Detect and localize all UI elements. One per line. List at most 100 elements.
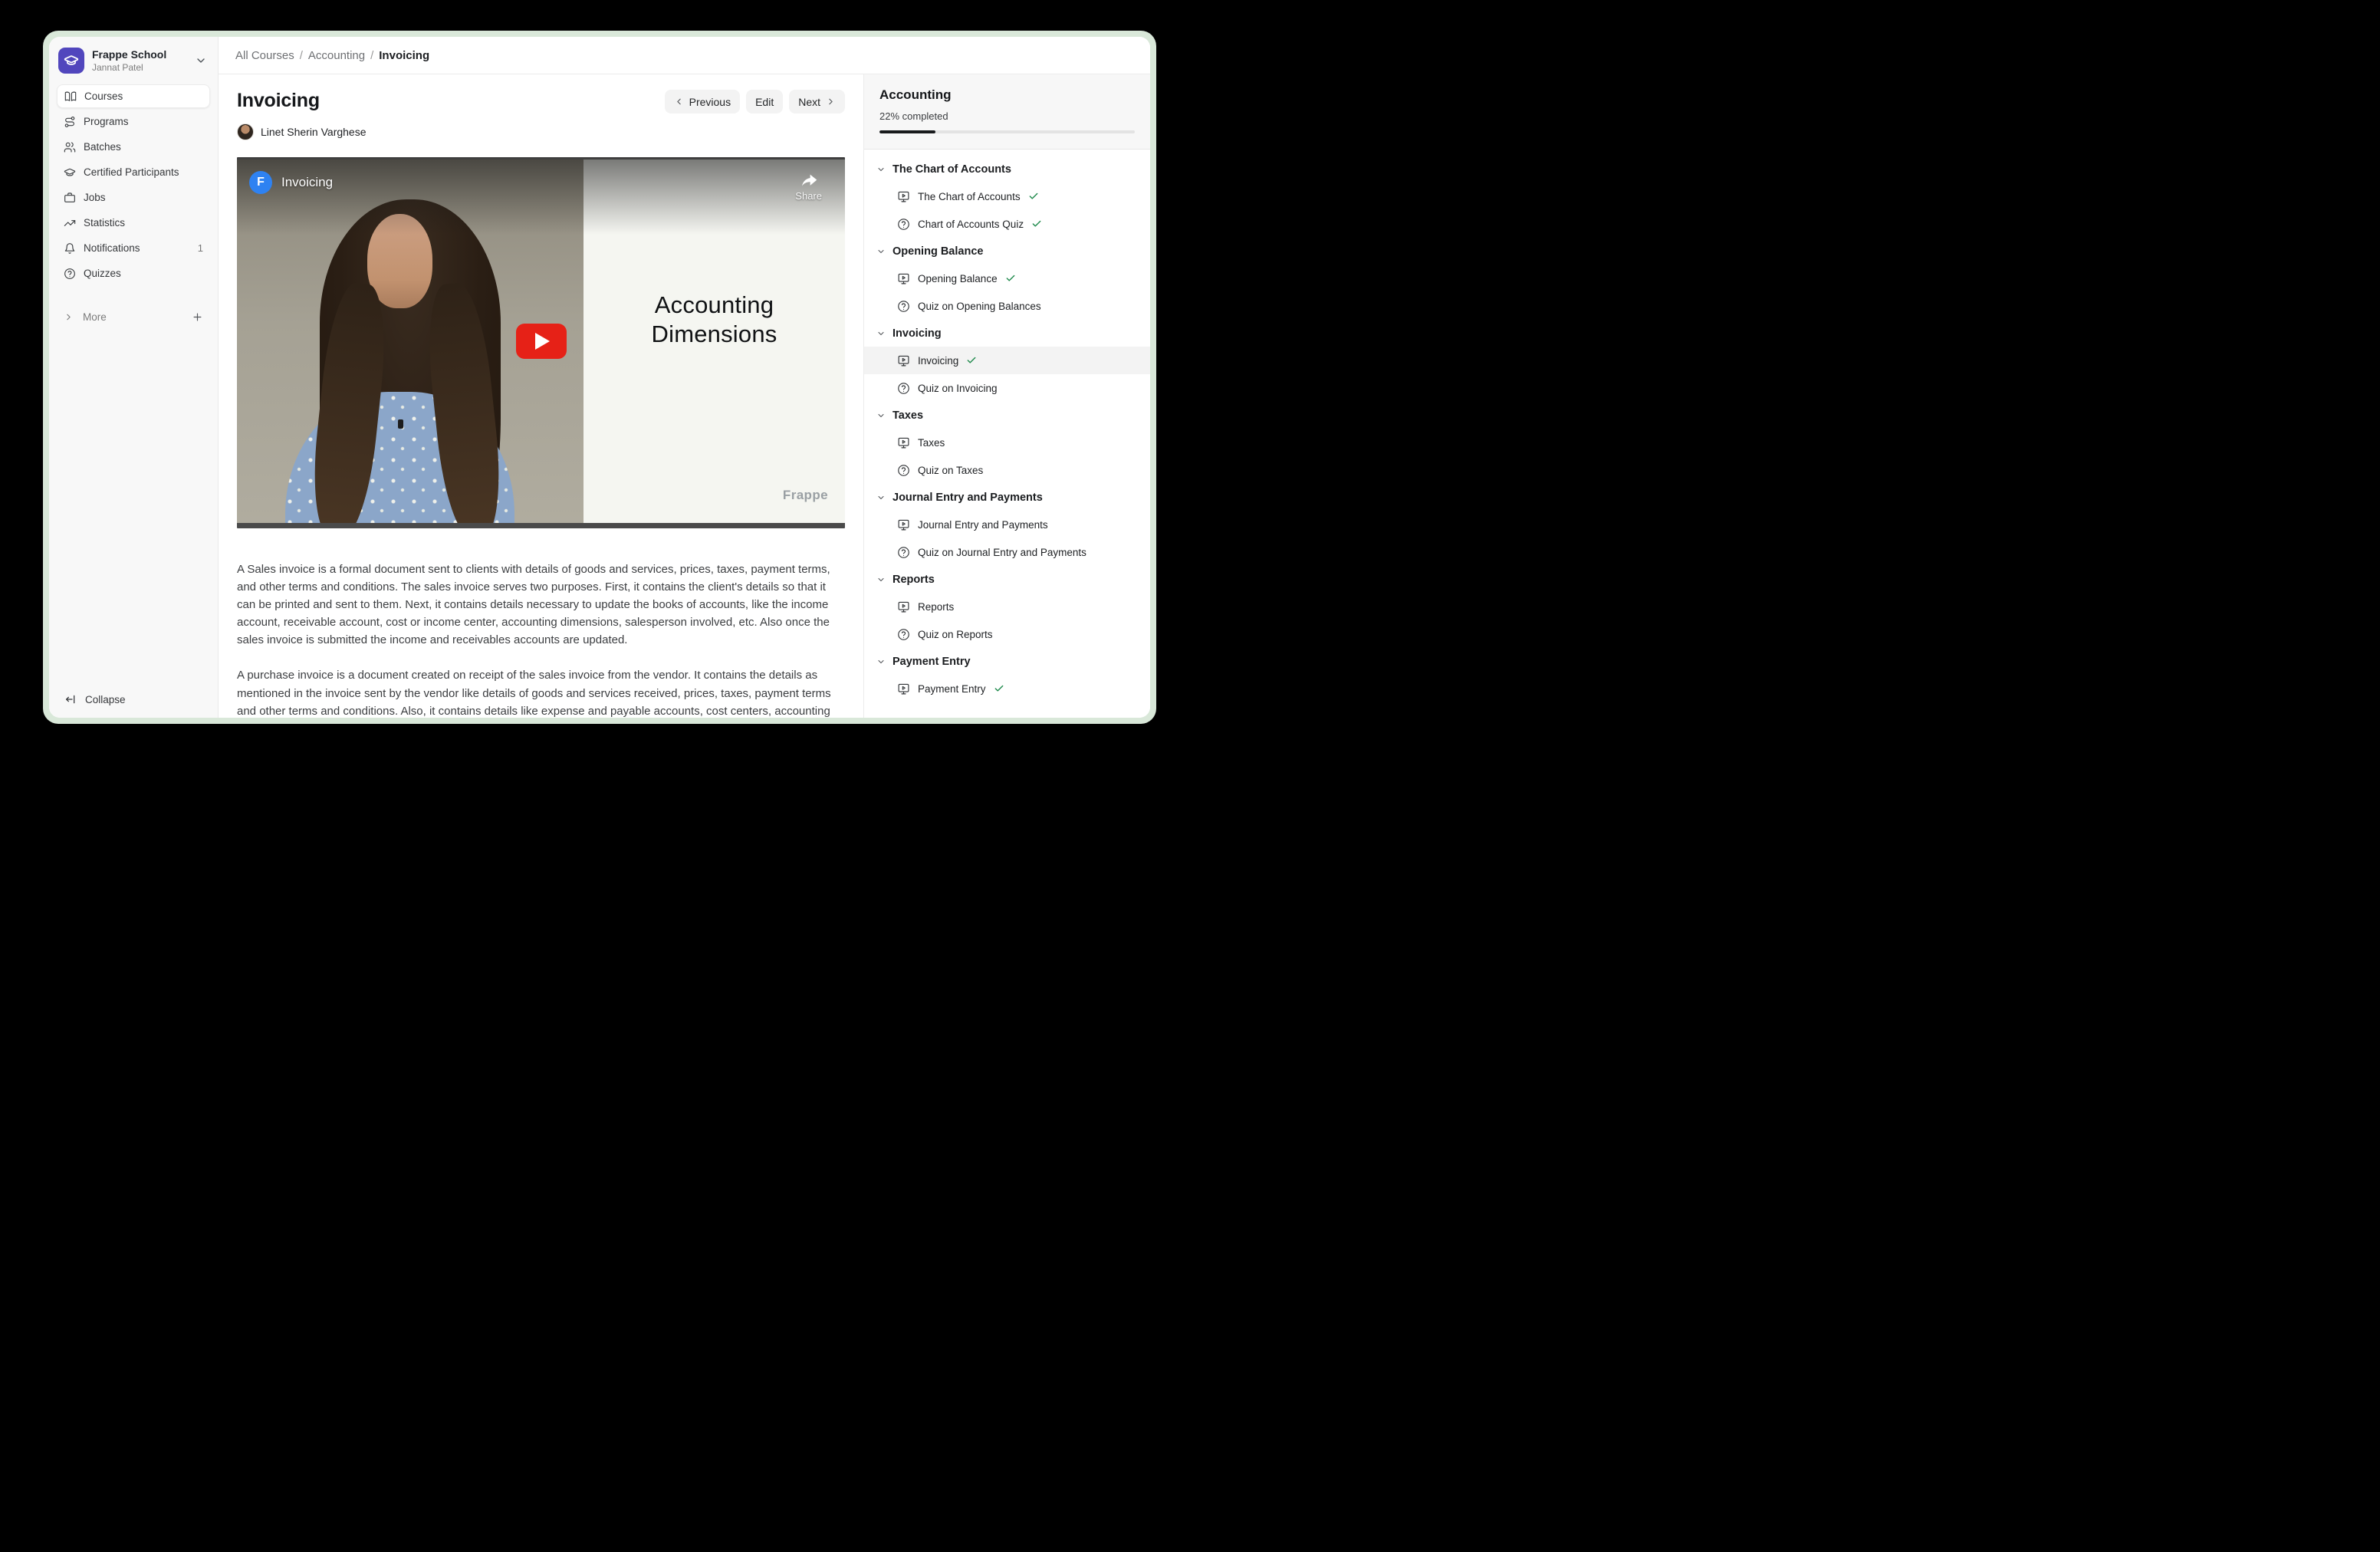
app-window-frame: Frappe School Jannat Patel Courses Progra…: [43, 31, 1156, 724]
sidebar-item-programs[interactable]: Programs: [57, 110, 210, 133]
sidebar-item-notifications[interactable]: Notifications1: [57, 236, 210, 260]
more-label: More: [83, 311, 107, 323]
next-button[interactable]: Next: [789, 90, 845, 113]
chapter-payment-entry[interactable]: Payment Entry: [864, 648, 1150, 675]
book-open-icon: [64, 90, 77, 103]
help-circle-icon: [897, 300, 910, 313]
collapse-label: Collapse: [85, 694, 126, 705]
monitor-play-icon: [897, 190, 910, 203]
collapse-sidebar-button[interactable]: Collapse: [64, 693, 126, 705]
paragraph: A Sales invoice is a formal document sen…: [237, 561, 845, 649]
lesson-title: Quiz on Opening Balances: [918, 301, 1041, 312]
help-circle-icon: [64, 268, 76, 280]
sidebar-item-statistics[interactable]: Statistics: [57, 211, 210, 235]
check-icon: [1031, 219, 1042, 229]
lesson-chart-of-accounts-quiz[interactable]: Chart of Accounts Quiz: [864, 210, 1150, 238]
help-circle-icon: [897, 546, 910, 559]
sidebar-item-more[interactable]: More: [49, 305, 218, 328]
chapter-the-chart-of-accounts[interactable]: The Chart of Accounts: [864, 156, 1150, 182]
plus-icon: [192, 311, 203, 323]
lesson-opening-balance[interactable]: Opening Balance: [864, 265, 1150, 292]
app-window: Frappe School Jannat Patel Courses Progra…: [49, 37, 1150, 718]
lesson-quiz-on-opening-balances[interactable]: Quiz on Opening Balances: [864, 292, 1150, 320]
chapter-opening-balance[interactable]: Opening Balance: [864, 238, 1150, 265]
chapter-taxes[interactable]: Taxes: [864, 402, 1150, 429]
chapter-journal-entry-and-payments[interactable]: Journal Entry and Payments: [864, 484, 1150, 511]
trending-up-icon: [64, 217, 76, 229]
progress-label: 22% completed: [879, 110, 1135, 122]
lesson-title: Taxes: [918, 437, 945, 449]
paragraph: A purchase invoice is a document created…: [237, 666, 845, 718]
help-circle-icon: [897, 382, 910, 395]
lesson-title: Quiz on Journal Entry and Payments: [918, 547, 1086, 558]
chapter-reports[interactable]: Reports: [864, 566, 1150, 593]
slide-title: Accounting Dimensions: [652, 291, 777, 349]
chevron-down-icon: [876, 575, 886, 584]
completed-check-icon: [994, 683, 1004, 694]
sidebar-item-courses[interactable]: Courses: [57, 84, 210, 108]
play-button[interactable]: [516, 324, 567, 359]
add-button[interactable]: [192, 311, 203, 323]
sidebar-item-jobs[interactable]: Jobs: [57, 186, 210, 209]
lesson-quiz-on-invoicing[interactable]: Quiz on Invoicing: [864, 374, 1150, 402]
breadcrumb-all-courses[interactable]: All Courses: [235, 49, 294, 62]
video-slide: Accounting Dimensions Frappe: [583, 159, 845, 523]
workspace-title: Frappe School: [92, 48, 187, 61]
completed-check-icon: [966, 355, 977, 366]
progress-bar: [879, 130, 1135, 133]
briefcase-icon: [64, 192, 76, 204]
monitor-play-icon: [897, 354, 910, 367]
share-button[interactable]: Share: [795, 172, 822, 202]
chevron-down-icon: [876, 493, 886, 502]
lesson-title: Journal Entry and Payments: [918, 519, 1048, 531]
lesson-payment-entry[interactable]: Payment Entry: [864, 675, 1150, 702]
lesson-title: The Chart of Accounts: [918, 191, 1021, 202]
previous-button[interactable]: Previous: [665, 90, 740, 113]
sidebar-item-label: Jobs: [84, 192, 106, 203]
page-title: Invoicing: [237, 90, 320, 112]
sidebar-item-certified-participants[interactable]: Certified Participants: [57, 160, 210, 184]
video-player[interactable]: Accounting Dimensions Frappe F Invoicing: [237, 157, 845, 528]
check-icon: [966, 355, 977, 366]
lesson-quiz-on-taxes[interactable]: Quiz on Taxes: [864, 456, 1150, 484]
frappe-school-logo: [58, 48, 84, 74]
users-icon: [64, 141, 76, 153]
lesson-author: Linet Sherin Varghese: [237, 123, 845, 140]
chevron-right-icon: [826, 97, 836, 107]
lesson-invoicing[interactable]: Invoicing: [864, 347, 1150, 374]
breadcrumb: All Courses / Accounting / Invoicing: [219, 37, 1150, 74]
sidebar-nav: Courses Programs BatchesCertified Particip…: [49, 81, 218, 287]
sidebar-item-label: Programs: [84, 116, 129, 127]
lesson-quiz-on-reports[interactable]: Quiz on Reports: [864, 620, 1150, 648]
route-icon: [64, 116, 76, 128]
chevron-down-icon: [876, 411, 886, 420]
edit-button[interactable]: Edit: [746, 90, 783, 113]
chapter-invoicing[interactable]: Invoicing: [864, 320, 1150, 347]
monitor-play-icon: [897, 600, 910, 613]
monitor-play-icon: [897, 518, 910, 531]
lesson-title: Quiz on Reports: [918, 629, 993, 640]
chevron-down-icon: [876, 165, 886, 174]
breadcrumb-course[interactable]: Accounting: [308, 49, 365, 62]
lesson-title: Invoicing: [918, 355, 958, 367]
sidebar-item-quizzes[interactable]: Quizzes: [57, 261, 210, 285]
channel-avatar[interactable]: F: [249, 171, 272, 194]
check-icon: [994, 683, 1004, 694]
lesson-journal-entry-and-payments[interactable]: Journal Entry and Payments: [864, 511, 1150, 538]
help-circle-icon: [897, 218, 910, 231]
lesson-title: Reports: [918, 601, 954, 613]
course-title: Accounting: [879, 87, 1135, 103]
lesson-title: Chart of Accounts Quiz: [918, 219, 1024, 230]
workspace-switcher[interactable]: Frappe School Jannat Patel: [49, 37, 218, 81]
help-circle-icon: [897, 464, 910, 477]
chevron-down-icon: [876, 247, 886, 256]
lesson-reports[interactable]: Reports: [864, 593, 1150, 620]
lesson-quiz-on-journal-entry-and-payments[interactable]: Quiz on Journal Entry and Payments: [864, 538, 1150, 566]
lesson-title: Payment Entry: [918, 683, 986, 695]
completed-check-icon: [1031, 219, 1042, 229]
sidebar-item-batches[interactable]: Batches: [57, 135, 210, 159]
video-title[interactable]: Invoicing: [281, 175, 333, 190]
lesson-the-chart-of-accounts[interactable]: The Chart of Accounts: [864, 182, 1150, 210]
graduation-cap-icon: [64, 53, 79, 68]
lesson-taxes[interactable]: Taxes: [864, 429, 1150, 456]
